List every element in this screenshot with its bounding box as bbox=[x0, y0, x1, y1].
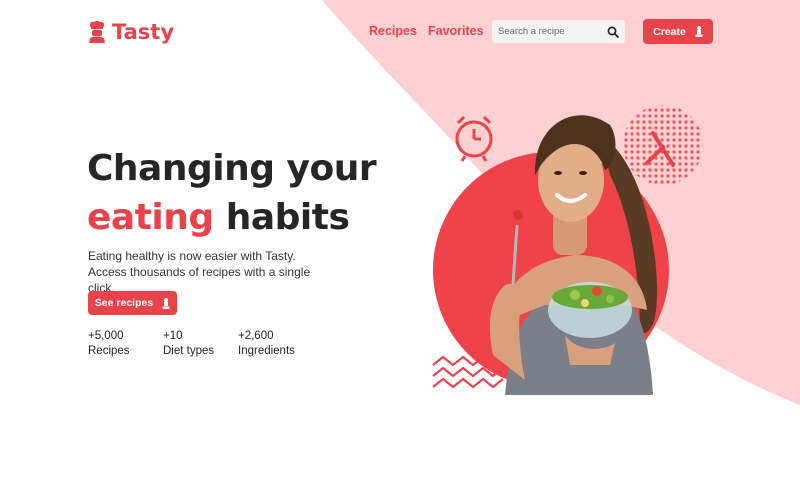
brand-name: Tasty bbox=[112, 20, 175, 44]
stat-label: Diet types bbox=[163, 345, 215, 357]
see-recipes-label: See recipes bbox=[94, 297, 154, 309]
stat-value: +5,000 bbox=[88, 330, 124, 342]
alarm-clock-icon bbox=[455, 115, 493, 162]
create-button-label: Create bbox=[653, 25, 686, 38]
chef-icon bbox=[89, 21, 105, 43]
chef-icon bbox=[695, 26, 703, 37]
nav-favorites-link[interactable]: Favorites bbox=[428, 24, 484, 38]
nav-recipes-link[interactable]: Recipes bbox=[369, 24, 417, 38]
brand-logo[interactable]: Tasty bbox=[88, 18, 174, 46]
stat-ingredients: +2,600 Ingredients bbox=[238, 329, 318, 359]
search-icon[interactable] bbox=[607, 26, 619, 38]
stat-label: Ingredients bbox=[238, 345, 295, 357]
stat-value: +10 bbox=[163, 330, 183, 342]
stats-row: +5,000 Recipes +10 Diet types +2,600 Ing… bbox=[88, 329, 318, 359]
stat-diet-types: +10 Diet types bbox=[163, 329, 238, 359]
hero-description: Eating healthy is now easier with Tasty.… bbox=[88, 249, 311, 295]
hero-title-accent: eating bbox=[87, 197, 214, 238]
search-bar bbox=[492, 20, 625, 43]
see-recipes-button[interactable]: See recipes bbox=[88, 291, 177, 315]
hero-title-line2: eating habits bbox=[87, 193, 376, 242]
chef-icon bbox=[162, 297, 170, 309]
stat-value: +2,600 bbox=[238, 330, 274, 342]
create-button[interactable]: Create bbox=[643, 19, 713, 44]
stat-label: Recipes bbox=[88, 345, 130, 357]
hero-title-line1: Changing your bbox=[87, 148, 377, 189]
hero-title: Changing your eating habits bbox=[87, 144, 377, 242]
search-input[interactable] bbox=[498, 26, 607, 37]
hero-title-rest: habits bbox=[225, 197, 350, 238]
stat-recipes: +5,000 Recipes bbox=[88, 329, 163, 359]
hero-illustration bbox=[432, 105, 703, 395]
